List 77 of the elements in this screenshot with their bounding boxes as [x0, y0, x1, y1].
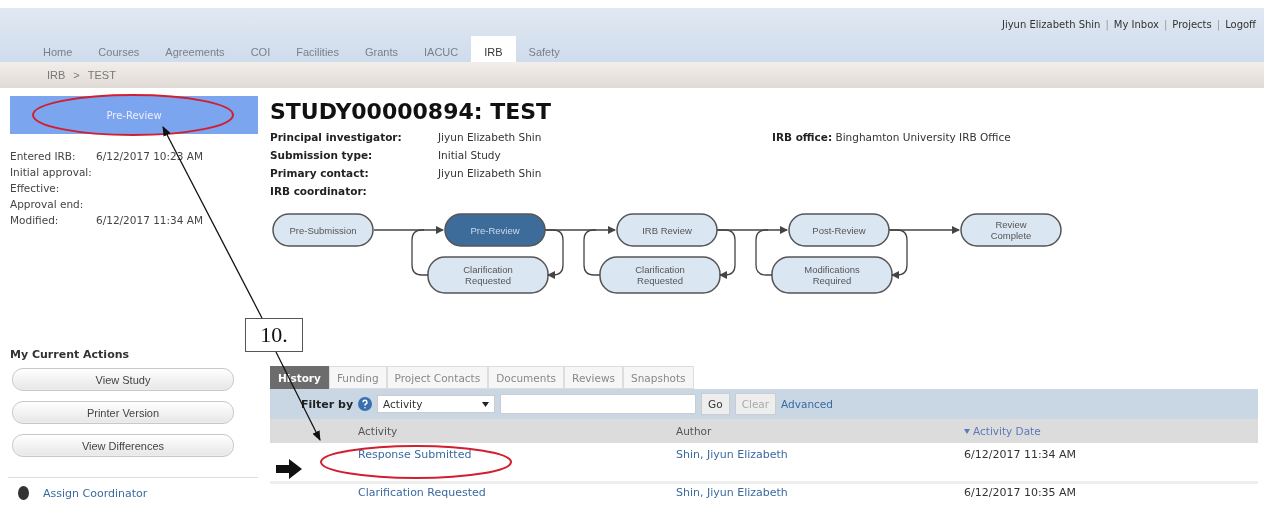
field-label: Principal investigator: — [270, 130, 403, 145]
nav-tab[interactable]: Home — [30, 36, 86, 62]
action-button[interactable]: Printer Version — [12, 401, 234, 424]
stage-node: Post-Review — [788, 213, 890, 247]
activity-link[interactable]: Response Submitted — [358, 448, 676, 461]
connector-arrow — [717, 226, 788, 234]
stage-node: Clarification Requested — [427, 256, 549, 294]
detail-tab[interactable]: Funding — [328, 366, 387, 389]
dropdown-icon — [482, 401, 490, 407]
detail-tab[interactable]: Project Contacts — [386, 366, 489, 389]
section-title: My Current Actions — [10, 348, 131, 361]
author-link[interactable]: Shin, Jiyun Elizabeth — [676, 484, 964, 499]
nav-tab[interactable]: COI — [237, 36, 284, 62]
advanced-link[interactable]: Advanced — [781, 398, 833, 410]
nav-tab[interactable]: Courses — [85, 36, 153, 62]
link-separator: | — [1216, 19, 1221, 33]
activity-link[interactable]: Assign Coordinator — [43, 486, 148, 500]
field-value: Jiyun Elizabeth Shin — [438, 131, 542, 143]
column-header[interactable]: Activity Date — [964, 425, 1258, 437]
stage-node: Review Complete — [960, 213, 1062, 247]
go-button[interactable]: Go — [701, 393, 730, 415]
detail-tab[interactable]: Documents — [488, 366, 565, 389]
field-label: IRB office: — [772, 131, 833, 143]
activity-link[interactable]: Clarification Requested — [358, 486, 676, 499]
connector-arrow — [545, 226, 616, 234]
action-button[interactable]: View Study — [12, 368, 234, 391]
filter-select[interactable]: Activity — [377, 395, 496, 413]
state-banner: Pre-Review — [10, 96, 258, 134]
breadcrumb-separator: > — [73, 69, 80, 81]
date-label: Initial approval: — [10, 165, 93, 180]
column-header[interactable]: Author — [676, 425, 964, 437]
filter-input[interactable] — [500, 394, 697, 414]
field-label: IRB coordinator: — [270, 184, 368, 199]
header-link[interactable]: Jiyun Elizabeth Shin — [1001, 19, 1101, 36]
date-label: Effective: — [10, 181, 61, 196]
detail-tab[interactable]: Reviews — [564, 366, 623, 389]
nav-tab[interactable]: Facilities — [283, 36, 352, 62]
connector-arrow — [373, 226, 444, 234]
stage-node: Clarification Requested — [599, 256, 721, 294]
field-label: Primary contact: — [270, 166, 370, 181]
field-value: Initial Study — [438, 149, 501, 161]
table-cell-text: 6/12/2017 11:34 AM — [964, 447, 1078, 463]
table-cell-text: 6/12/2017 10:35 AM — [964, 485, 1078, 499]
header-link[interactable]: Projects — [1172, 19, 1212, 36]
nav-tab[interactable]: Safety — [515, 36, 573, 62]
bullet-icon — [18, 486, 29, 500]
date-label: Modified: — [10, 213, 60, 228]
date-label: Entered IRB: — [10, 149, 77, 164]
nav-tab[interactable]: IRB — [471, 36, 516, 62]
date-label: Approval end: — [10, 197, 85, 212]
header-link[interactable]: My Inbox — [1113, 19, 1159, 36]
column-header[interactable]: Activity — [358, 425, 676, 437]
field-value: Binghamton University IRB Office — [835, 131, 1011, 143]
stage-node: IRB Review — [616, 213, 718, 247]
author-link[interactable]: Shin, Jiyun Elizabeth — [676, 443, 964, 481]
stage-node: Pre-Submission — [272, 213, 374, 247]
sort-icon — [964, 428, 970, 434]
study-title: STUDY00000894: TEST — [270, 98, 553, 126]
link-separator: | — [1105, 19, 1109, 33]
stage-node: Pre-Review — [444, 213, 546, 247]
breadcrumb-link[interactable]: IRB — [47, 69, 66, 81]
field-value: Jiyun Elizabeth Shin — [438, 167, 542, 179]
nav-tab[interactable]: Grants — [352, 36, 411, 62]
help-icon[interactable] — [358, 397, 373, 411]
date-value: 6/12/2017 11:34 AM — [96, 214, 203, 226]
breadcrumb-link[interactable]: TEST — [87, 69, 116, 81]
field-label: Submission type: — [270, 148, 374, 163]
detail-tab[interactable]: Snapshots — [623, 366, 694, 389]
filter-label: Filter by — [301, 397, 354, 411]
link-separator: | — [1163, 19, 1168, 33]
header-link[interactable]: Logoff — [1225, 19, 1256, 36]
nav-tab[interactable]: Agreements — [152, 36, 238, 62]
nav-tab[interactable]: IACUC — [411, 36, 472, 62]
callout-label: 10. — [245, 318, 303, 352]
connector-arrow — [889, 226, 960, 234]
action-button[interactable]: View Differences — [12, 434, 234, 457]
stage-node: Modifications Required — [771, 256, 893, 294]
